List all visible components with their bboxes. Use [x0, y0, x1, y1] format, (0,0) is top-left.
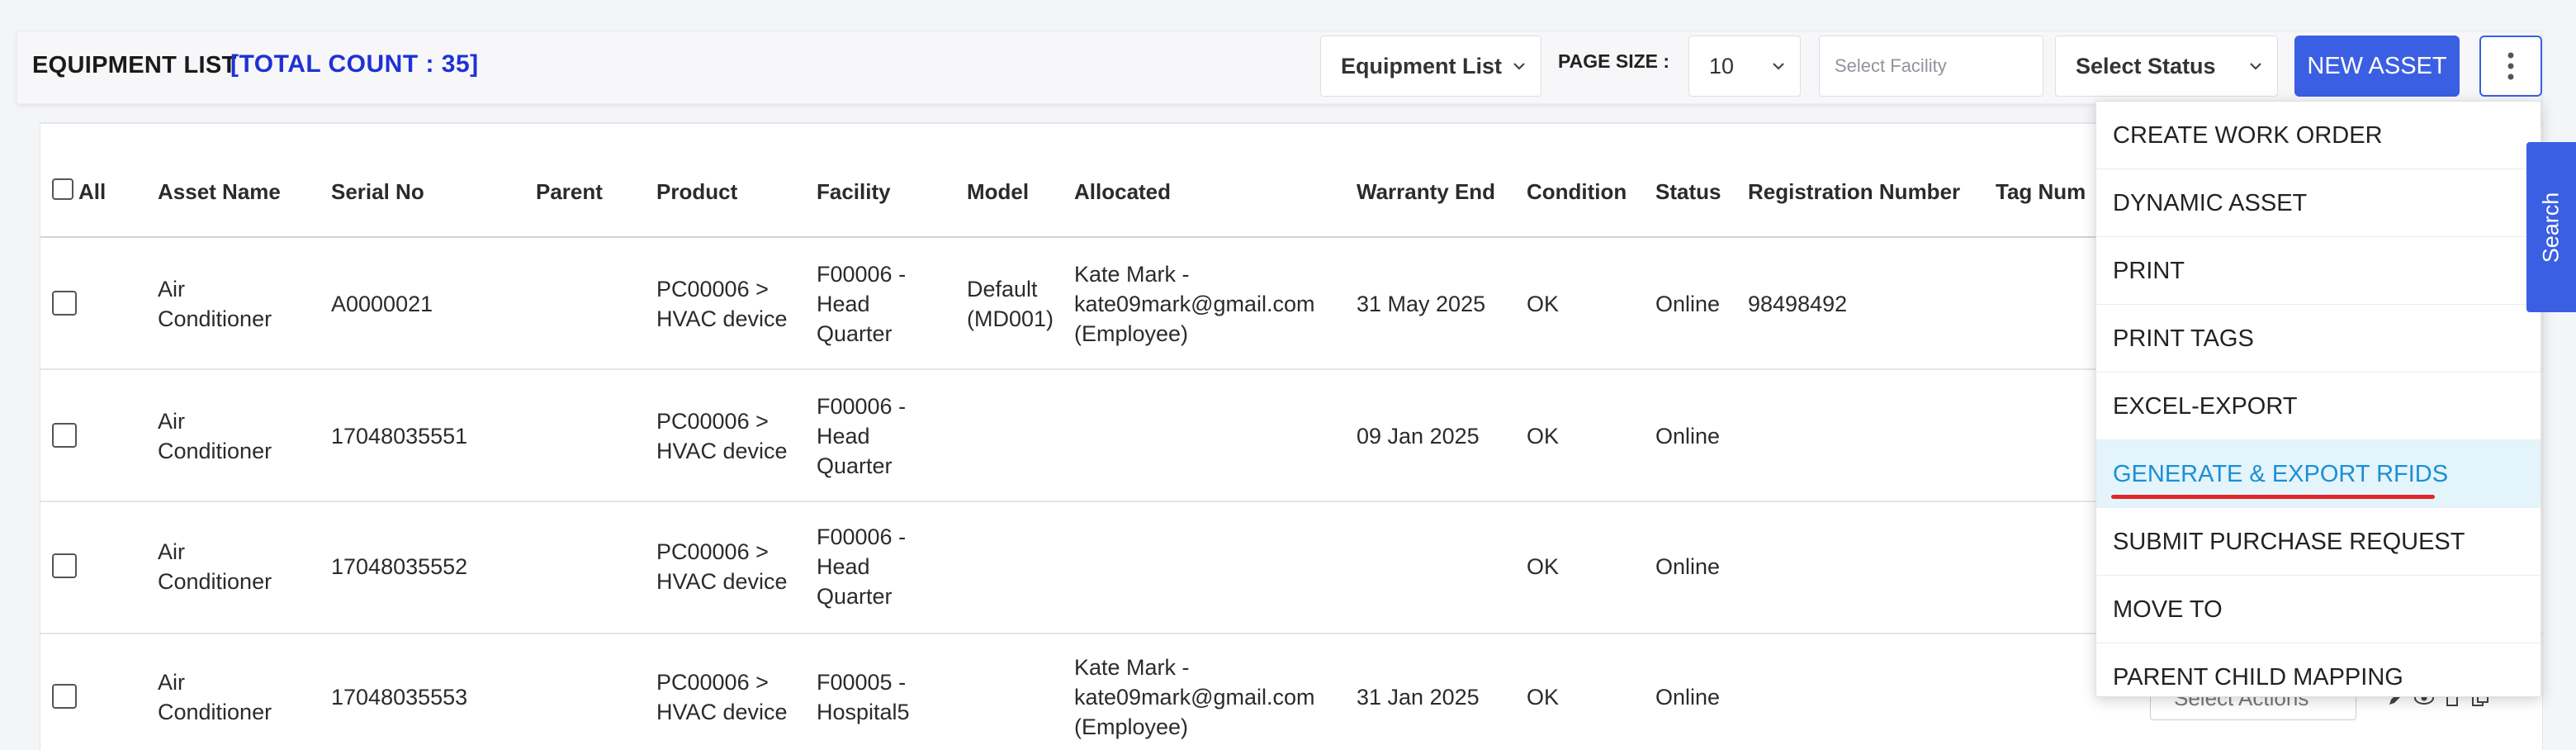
- menu-item-dynamic-asset[interactable]: DYNAMIC ASSET: [2096, 169, 2540, 237]
- menu-item-create-work-order[interactable]: CREATE WORK ORDER: [2096, 102, 2540, 169]
- row-checkbox[interactable]: [52, 423, 77, 448]
- column-model[interactable]: Model: [967, 145, 1029, 238]
- condition: OK: [1527, 685, 1560, 710]
- status: Online: [1655, 292, 1721, 316]
- allocated: Kate Mark - kate09mark@gmail.com (Employ…: [1074, 262, 1315, 346]
- page-title: EQUIPMENT LIST: [32, 52, 237, 78]
- menu-item-generate-export-rfids[interactable]: GENERATE & EXPORT RFIDS: [2096, 440, 2540, 508]
- column-asset-name[interactable]: Asset Name: [158, 145, 281, 238]
- menu-item-generate-export-rfids-label: GENERATE & EXPORT RFIDS: [2113, 461, 2449, 487]
- column-warranty-end[interactable]: Warranty End: [1357, 145, 1495, 238]
- kebab-icon: [2507, 52, 2514, 80]
- status: Online: [1655, 554, 1721, 579]
- search-side-tab[interactable]: Search: [2526, 142, 2576, 312]
- row-checkbox[interactable]: [52, 684, 77, 709]
- warranty-end: 09 Jan 2025: [1357, 424, 1480, 449]
- highlight-underline: [2111, 495, 2435, 499]
- menu-item-excel-export[interactable]: EXCEL-EXPORT: [2096, 373, 2540, 440]
- view-select-value: Equipment List: [1341, 54, 1502, 78]
- select-all-checkbox[interactable]: [52, 178, 73, 200]
- row-checkbox[interactable]: [52, 291, 77, 316]
- facility: F00005 - Hospital5: [817, 670, 910, 724]
- more-options-menu: CREATE WORK ORDER DYNAMIC ASSET PRINT PR…: [2095, 101, 2541, 697]
- column-tag-number[interactable]: Tag Num: [1996, 145, 2086, 238]
- product: PC00006 > HVAC device: [656, 539, 788, 594]
- column-product[interactable]: Product: [656, 145, 737, 238]
- menu-item-submit-purchase-request[interactable]: SUBMIT PURCHASE REQUEST: [2096, 508, 2540, 576]
- asset-name: Air Conditioner: [158, 670, 272, 724]
- facility-placeholder: Select Facility: [1835, 55, 1947, 76]
- registration-number: 98498492: [1748, 292, 1848, 316]
- status: Online: [1655, 424, 1721, 449]
- facility: F00006 - Head Quarter: [817, 262, 907, 346]
- chevron-down-icon: [2250, 63, 2261, 70]
- condition: OK: [1527, 292, 1560, 316]
- page-size-label: PAGE SIZE :: [1558, 50, 1670, 72]
- product: PC00006 > HVAC device: [656, 277, 788, 331]
- serial-no: 17048035551: [331, 424, 468, 449]
- warranty-end: 31 Jan 2025: [1357, 685, 1480, 710]
- allocated: Kate Mark - kate09mark@gmail.com (Employ…: [1074, 655, 1315, 739]
- asset-name: Air Conditioner: [158, 277, 272, 331]
- page-size-value: 10: [1709, 54, 1735, 78]
- menu-item-parent-child-mapping[interactable]: PARENT CHILD MAPPING: [2096, 643, 2540, 711]
- serial-no: 17048035553: [331, 685, 468, 710]
- select-all-label: All: [78, 179, 107, 204]
- product: PC00006 > HVAC device: [656, 670, 788, 724]
- serial-no: 17048035552: [331, 554, 468, 579]
- page-size-select[interactable]: 10: [1688, 36, 1801, 97]
- view-select[interactable]: Equipment List: [1320, 36, 1541, 97]
- column-facility[interactable]: Facility: [817, 145, 891, 238]
- model: Default (MD001): [967, 277, 1054, 331]
- column-status[interactable]: Status: [1655, 145, 1721, 238]
- toolbar: EQUIPMENT LIST [TOTAL COUNT : 35] Equipm…: [17, 31, 2542, 104]
- condition: OK: [1527, 554, 1560, 579]
- chevron-down-icon: [1513, 63, 1525, 70]
- chevron-down-icon: [1773, 63, 1784, 70]
- column-registration-number[interactable]: Registration Number: [1748, 145, 1960, 238]
- facility: F00006 - Head Quarter: [817, 394, 907, 478]
- menu-item-move-to[interactable]: MOVE TO: [2096, 576, 2540, 643]
- total-count: [TOTAL COUNT : 35]: [230, 50, 479, 78]
- menu-item-print[interactable]: PRINT: [2096, 237, 2540, 305]
- column-allocated[interactable]: Allocated: [1074, 145, 1171, 238]
- facility-select[interactable]: Select Facility: [1819, 36, 2043, 97]
- column-parent[interactable]: Parent: [536, 145, 603, 238]
- condition: OK: [1527, 424, 1560, 449]
- menu-item-print-tags[interactable]: PRINT TAGS: [2096, 305, 2540, 373]
- search-tab-label: Search: [2538, 192, 2564, 263]
- product: PC00006 > HVAC device: [656, 409, 788, 463]
- column-serial-no[interactable]: Serial No: [331, 145, 424, 238]
- row-checkbox[interactable]: [52, 553, 77, 578]
- warranty-end: 31 May 2025: [1357, 292, 1486, 316]
- status: Online: [1655, 685, 1721, 710]
- asset-name: Air Conditioner: [158, 539, 272, 594]
- column-condition[interactable]: Condition: [1527, 145, 1627, 238]
- asset-name: Air Conditioner: [158, 409, 272, 463]
- new-asset-button[interactable]: NEW ASSET: [2294, 36, 2460, 97]
- status-select-value: Select Status: [2076, 54, 2216, 78]
- serial-no: A0000021: [331, 292, 433, 316]
- more-options-button[interactable]: [2479, 36, 2542, 97]
- status-select[interactable]: Select Status: [2055, 36, 2278, 97]
- facility: F00006 - Head Quarter: [817, 525, 907, 609]
